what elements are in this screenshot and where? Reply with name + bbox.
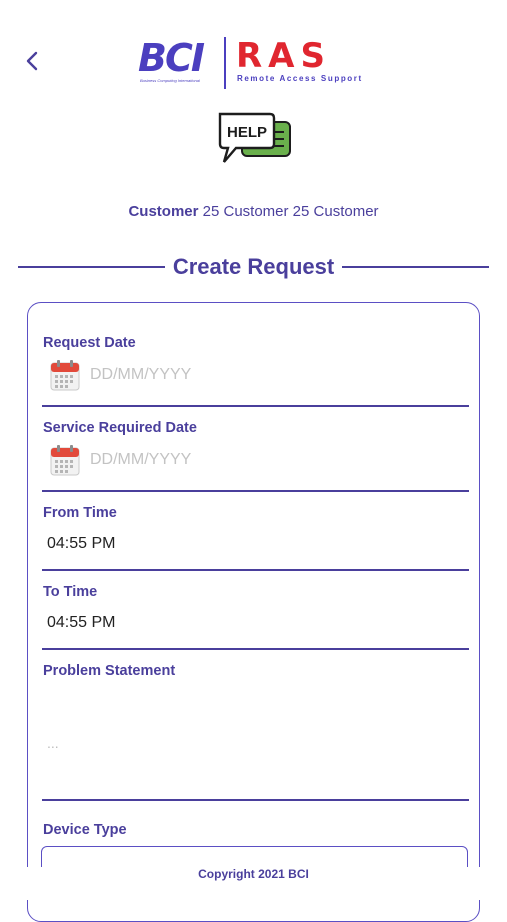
calendar-icon (50, 445, 80, 476)
field-divider (42, 490, 469, 492)
page-title: Create Request (172, 254, 335, 279)
request-date-placeholder: DD/MM/YYYY (90, 366, 192, 383)
customer-prefix: Customer (128, 203, 199, 220)
create-request-form: Request Date DD/MM/YYYY Service Required… (27, 302, 480, 922)
request-date-field: Request Date DD/MM/YYYY (42, 335, 469, 411)
service-date-label: Service Required Date (43, 420, 197, 436)
ras-logo-tagline: Remote Access Support (237, 74, 363, 83)
to-time-input[interactable]: 04:55 PM (47, 614, 115, 632)
problem-statement-label: Problem Statement (43, 663, 176, 679)
ras-logo-text: RAS (236, 36, 331, 76)
from-time-input[interactable]: 04:55 PM (47, 535, 115, 553)
calendar-icon (50, 360, 80, 391)
service-date-placeholder: DD/MM/YYYY (90, 451, 192, 468)
service-date-input[interactable]: DD/MM/YYYY (50, 444, 191, 476)
field-divider (42, 648, 469, 650)
to-time-field: To Time 04:55 PM (42, 584, 469, 654)
logo-divider (224, 37, 226, 89)
request-date-input[interactable]: DD/MM/YYYY (50, 359, 191, 391)
field-divider (42, 799, 469, 801)
from-time-field: From Time 04:55 PM (42, 505, 469, 575)
back-button[interactable] (18, 46, 46, 76)
section-rule-left (18, 266, 165, 268)
field-divider (42, 569, 469, 571)
field-divider (42, 405, 469, 407)
help-chat-icon: HELP (216, 110, 294, 172)
customer-name: 25 Customer 25 Customer (202, 203, 379, 220)
copyright-text: Copyright 2021 BCI (198, 867, 309, 881)
problem-statement-field: Problem Statement ... (42, 663, 469, 803)
request-date-label: Request Date (43, 335, 136, 351)
problem-statement-input[interactable]: ... (47, 735, 59, 751)
bci-logo-text: BCI (138, 36, 205, 80)
device-type-label: Device Type (43, 822, 127, 838)
service-date-field: Service Required Date DD/MM/YYYY (42, 420, 469, 496)
help-icon-label: HELP (227, 124, 267, 141)
chevron-left-icon (26, 51, 38, 71)
bci-logo-tagline: Business Computing International (140, 78, 200, 83)
to-time-label: To Time (43, 584, 98, 600)
app-logo: BCI Business Computing International RAS… (138, 34, 374, 90)
section-header: Create Request (18, 252, 490, 282)
section-rule-right (342, 266, 490, 268)
from-time-label: From Time (43, 505, 117, 521)
customer-name-line: Customer 25 Customer 25 Customer (0, 203, 507, 220)
